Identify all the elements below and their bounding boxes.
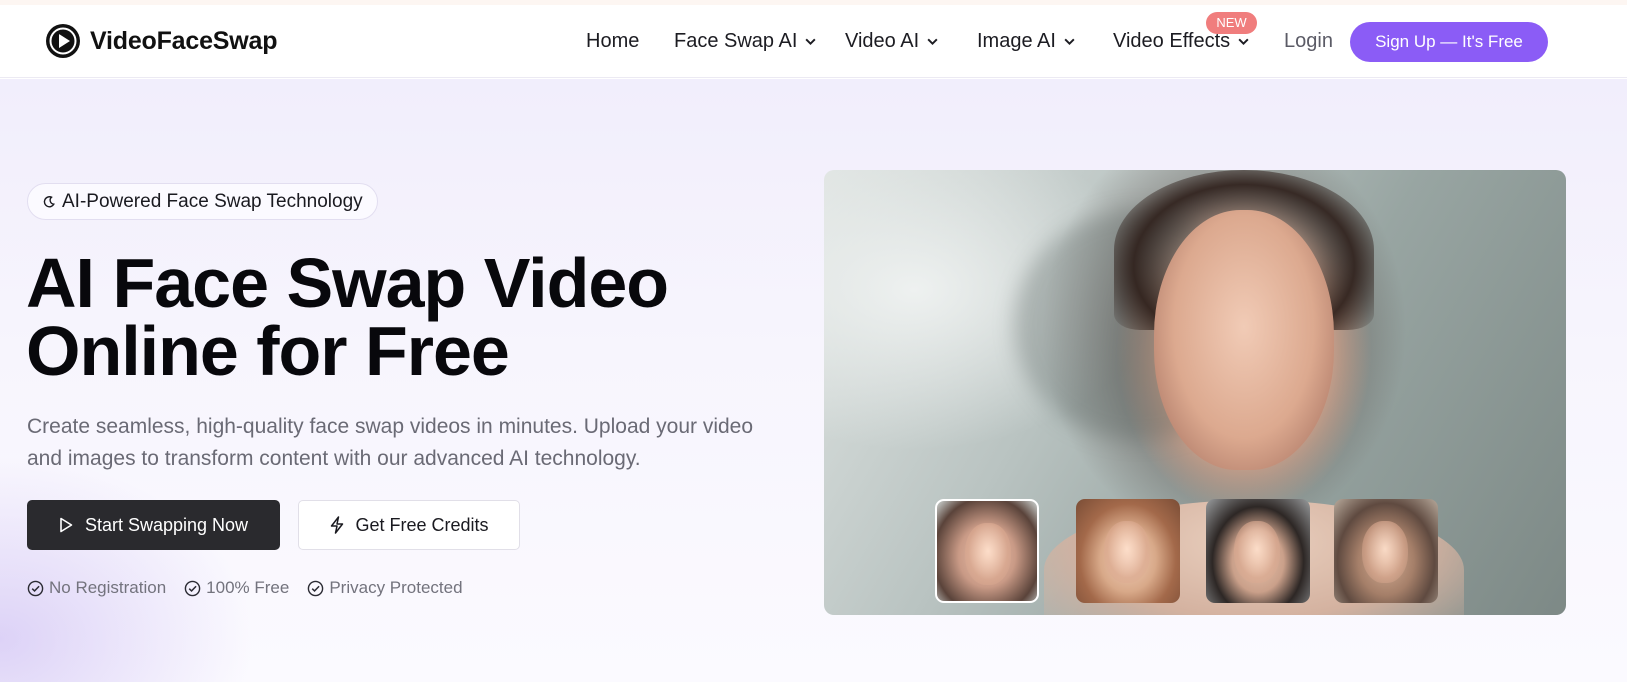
nav-image-ai[interactable]: Image AI — [977, 30, 1076, 53]
thumbnail-woman-dark-hair[interactable] — [935, 499, 1039, 603]
thumbnail-woman-vintage[interactable] — [1334, 499, 1438, 603]
feature-no-registration: No Registration — [27, 578, 166, 598]
start-swapping-button[interactable]: Start Swapping Now — [27, 500, 280, 550]
get-free-credits-button[interactable]: Get Free Credits — [298, 500, 520, 550]
start-swapping-label: Start Swapping Now — [84, 514, 249, 535]
signup-button[interactable]: Sign Up — It's Free — [1350, 22, 1548, 62]
thumbnail-face — [1104, 521, 1150, 583]
chevron-down-icon — [927, 38, 938, 46]
chevron-down-icon — [1238, 38, 1249, 46]
hero-showcase-image — [824, 170, 1566, 615]
new-badge: NEW — [1206, 12, 1257, 34]
feature-list: No Registration 100% Free Privacy Protec… — [27, 578, 463, 598]
thumbnail-man-dark-hair[interactable] — [1206, 499, 1310, 603]
login-link[interactable]: Login — [1284, 30, 1333, 53]
feature-free: 100% Free — [184, 578, 289, 598]
get-free-credits-label: Get Free Credits — [355, 514, 489, 535]
chevron-down-icon — [1064, 38, 1075, 46]
site-header: VideoFaceSwap Home Face Swap AI Video AI… — [0, 5, 1627, 78]
nav-video-ai[interactable]: Video AI — [845, 30, 939, 53]
brand-logo-link[interactable]: VideoFaceSwap — [45, 23, 277, 59]
nav-video-ai-label: Video AI — [845, 30, 920, 52]
hero-subtitle: Create seamless, high-quality face swap … — [27, 415, 754, 470]
moon-sparkle-icon — [43, 195, 55, 207]
feature-label: 100% Free — [206, 578, 290, 597]
technology-pill-label: AI-Powered Face Swap Technology — [62, 190, 363, 212]
feature-label: No Registration — [49, 578, 167, 597]
thumbnail-woman-auburn-hair[interactable] — [1076, 499, 1180, 603]
technology-pill: AI-Powered Face Swap Technology — [27, 183, 378, 220]
check-circle-icon — [27, 580, 44, 596]
hero-title-line2: Online for Free — [26, 312, 510, 390]
nav-home-label: Home — [586, 30, 640, 52]
feature-label: Privacy Protected — [329, 578, 463, 597]
nav-home[interactable]: Home — [586, 30, 639, 53]
hero-section: AI-Powered Face Swap Technology AI Face … — [0, 79, 1627, 682]
thumbnail-face — [965, 523, 1011, 585]
hero-title: AI Face Swap Video Online for Free — [26, 248, 746, 386]
hero-title-line1: AI Face Swap Video — [26, 244, 669, 322]
play-face-logo-icon — [46, 24, 80, 58]
lightning-icon — [331, 516, 344, 534]
feature-privacy-protected: Privacy Protected — [307, 578, 463, 598]
thumbnail-face — [1234, 521, 1280, 583]
play-icon — [60, 517, 73, 533]
nav-face-swap-ai[interactable]: Face Swap AI — [674, 30, 817, 53]
portrait-face — [1154, 210, 1334, 470]
nav-image-ai-label: Image AI — [977, 30, 1056, 52]
check-circle-icon — [308, 580, 324, 596]
chevron-down-icon — [805, 38, 816, 46]
nav-face-swap-ai-label: Face Swap AI — [674, 30, 798, 52]
check-circle-icon — [184, 580, 201, 596]
thumbnail-face — [1362, 521, 1408, 583]
brand-name: VideoFaceSwap — [90, 26, 278, 55]
